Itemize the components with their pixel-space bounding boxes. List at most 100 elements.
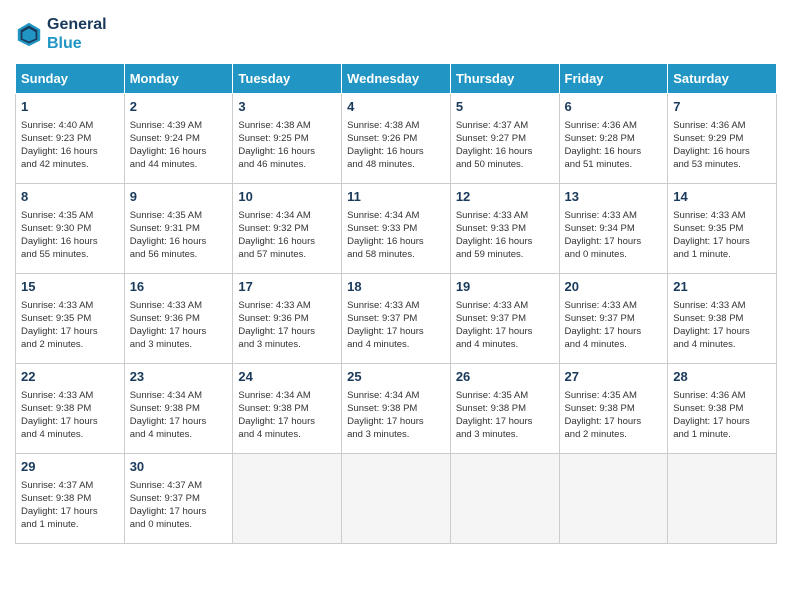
day-cell <box>450 454 559 544</box>
day-number: 9 <box>130 188 228 206</box>
day-cell: 10 Sunrise: 4:34 AM Sunset: 9:32 PM Dayli… <box>233 184 342 274</box>
day-cell: 18 Sunrise: 4:33 AM Sunset: 9:37 PM Dayli… <box>342 274 451 364</box>
day-cell: 22 Sunrise: 4:33 AM Sunset: 9:38 PM Dayli… <box>16 364 125 454</box>
day-info: Sunrise: 4:33 AM Sunset: 9:37 PM Dayligh… <box>565 299 663 352</box>
day-info: Sunrise: 4:33 AM Sunset: 9:36 PM Dayligh… <box>130 299 228 352</box>
day-number: 25 <box>347 368 445 386</box>
day-number: 27 <box>565 368 663 386</box>
day-number: 6 <box>565 98 663 116</box>
day-cell <box>668 454 777 544</box>
calendar-table: SundayMondayTuesdayWednesdayThursdayFrid… <box>15 63 777 544</box>
day-info: Sunrise: 4:33 AM Sunset: 9:35 PM Dayligh… <box>21 299 119 352</box>
header-tuesday: Tuesday <box>233 64 342 94</box>
day-info: Sunrise: 4:34 AM Sunset: 9:38 PM Dayligh… <box>238 389 336 442</box>
day-info: Sunrise: 4:34 AM Sunset: 9:38 PM Dayligh… <box>130 389 228 442</box>
day-cell: 2 Sunrise: 4:39 AM Sunset: 9:24 PM Daylig… <box>124 94 233 184</box>
day-cell: 20 Sunrise: 4:33 AM Sunset: 9:37 PM Dayli… <box>559 274 668 364</box>
day-info: Sunrise: 4:40 AM Sunset: 9:23 PM Dayligh… <box>21 119 119 172</box>
day-info: Sunrise: 4:33 AM Sunset: 9:34 PM Dayligh… <box>565 209 663 262</box>
day-cell: 23 Sunrise: 4:34 AM Sunset: 9:38 PM Dayli… <box>124 364 233 454</box>
day-cell: 26 Sunrise: 4:35 AM Sunset: 9:38 PM Dayli… <box>450 364 559 454</box>
day-number: 21 <box>673 278 771 296</box>
day-number: 2 <box>130 98 228 116</box>
day-cell: 16Sunrise: 4:33 AM Sunset: 9:36 PM Dayli… <box>124 274 233 364</box>
day-cell: 14Sunrise: 4:33 AM Sunset: 9:35 PM Dayli… <box>668 184 777 274</box>
day-number: 4 <box>347 98 445 116</box>
day-info: Sunrise: 4:33 AM Sunset: 9:38 PM Dayligh… <box>21 389 119 442</box>
day-number: 20 <box>565 278 663 296</box>
day-number: 10 <box>238 188 336 206</box>
day-cell: 3 Sunrise: 4:38 AM Sunset: 9:25 PM Daylig… <box>233 94 342 184</box>
day-number: 24 <box>238 368 336 386</box>
day-cell: 5 Sunrise: 4:37 AM Sunset: 9:27 PM Daylig… <box>450 94 559 184</box>
day-cell: 17 Sunrise: 4:33 AM Sunset: 9:36 PM Dayli… <box>233 274 342 364</box>
day-info: Sunrise: 4:35 AM Sunset: 9:31 PM Dayligh… <box>130 209 228 262</box>
week-row-3: 15 Sunrise: 4:33 AM Sunset: 9:35 PM Dayli… <box>16 274 777 364</box>
day-cell: 6 Sunrise: 4:36 AM Sunset: 9:28 PM Daylig… <box>559 94 668 184</box>
day-info: Sunrise: 4:36 AM Sunset: 9:38 PM Dayligh… <box>673 389 771 442</box>
day-number: 18 <box>347 278 445 296</box>
day-number: 12 <box>456 188 554 206</box>
day-info: Sunrise: 4:37 AM Sunset: 9:27 PM Dayligh… <box>456 119 554 172</box>
page-header: General Blue <box>15 15 777 53</box>
day-cell: 13 Sunrise: 4:33 AM Sunset: 9:34 PM Dayli… <box>559 184 668 274</box>
day-info: Sunrise: 4:37 AM Sunset: 9:37 PM Dayligh… <box>130 479 228 532</box>
logo-line2: Blue <box>47 34 107 53</box>
week-row-5: 29Sunrise: 4:37 AM Sunset: 9:38 PM Dayli… <box>16 454 777 544</box>
logo-line1: General <box>47 15 107 34</box>
day-number: 17 <box>238 278 336 296</box>
day-info: Sunrise: 4:37 AM Sunset: 9:38 PM Dayligh… <box>21 479 119 532</box>
day-info: Sunrise: 4:35 AM Sunset: 9:30 PM Dayligh… <box>21 209 119 262</box>
day-number: 23 <box>130 368 228 386</box>
day-cell: 28 Sunrise: 4:36 AM Sunset: 9:38 PM Dayli… <box>668 364 777 454</box>
day-number: 8 <box>21 188 119 206</box>
day-number: 3 <box>238 98 336 116</box>
day-info: Sunrise: 4:33 AM Sunset: 9:38 PM Dayligh… <box>673 299 771 352</box>
header-saturday: Saturday <box>668 64 777 94</box>
day-cell: 19 Sunrise: 4:33 AM Sunset: 9:37 PM Dayli… <box>450 274 559 364</box>
day-number: 19 <box>456 278 554 296</box>
week-row-4: 22 Sunrise: 4:33 AM Sunset: 9:38 PM Dayli… <box>16 364 777 454</box>
day-info: Sunrise: 4:38 AM Sunset: 9:25 PM Dayligh… <box>238 119 336 172</box>
day-cell: 11 Sunrise: 4:34 AM Sunset: 9:33 PM Dayli… <box>342 184 451 274</box>
day-number: 22 <box>21 368 119 386</box>
day-info: Sunrise: 4:33 AM Sunset: 9:37 PM Dayligh… <box>347 299 445 352</box>
day-number: 28 <box>673 368 771 386</box>
day-info: Sunrise: 4:34 AM Sunset: 9:32 PM Dayligh… <box>238 209 336 262</box>
day-number: 5 <box>456 98 554 116</box>
day-cell: 4 Sunrise: 4:38 AM Sunset: 9:26 PM Daylig… <box>342 94 451 184</box>
day-cell: 15 Sunrise: 4:33 AM Sunset: 9:35 PM Dayli… <box>16 274 125 364</box>
day-info: Sunrise: 4:36 AM Sunset: 9:29 PM Dayligh… <box>673 119 771 172</box>
day-info: Sunrise: 4:33 AM Sunset: 9:33 PM Dayligh… <box>456 209 554 262</box>
day-number: 1 <box>21 98 119 116</box>
day-number: 7 <box>673 98 771 116</box>
header-thursday: Thursday <box>450 64 559 94</box>
day-info: Sunrise: 4:35 AM Sunset: 9:38 PM Dayligh… <box>456 389 554 442</box>
logo: General Blue <box>15 15 107 53</box>
day-number: 30 <box>130 458 228 476</box>
day-info: Sunrise: 4:36 AM Sunset: 9:28 PM Dayligh… <box>565 119 663 172</box>
day-info: Sunrise: 4:33 AM Sunset: 9:36 PM Dayligh… <box>238 299 336 352</box>
day-cell: 24 Sunrise: 4:34 AM Sunset: 9:38 PM Dayli… <box>233 364 342 454</box>
day-cell <box>233 454 342 544</box>
header-wednesday: Wednesday <box>342 64 451 94</box>
day-info: Sunrise: 4:34 AM Sunset: 9:38 PM Dayligh… <box>347 389 445 442</box>
day-cell <box>342 454 451 544</box>
day-cell: 27Sunrise: 4:35 AM Sunset: 9:38 PM Dayli… <box>559 364 668 454</box>
day-info: Sunrise: 4:39 AM Sunset: 9:24 PM Dayligh… <box>130 119 228 172</box>
day-info: Sunrise: 4:33 AM Sunset: 9:37 PM Dayligh… <box>456 299 554 352</box>
calendar-header-row: SundayMondayTuesdayWednesdayThursdayFrid… <box>16 64 777 94</box>
day-number: 11 <box>347 188 445 206</box>
day-info: Sunrise: 4:34 AM Sunset: 9:33 PM Dayligh… <box>347 209 445 262</box>
day-cell: 8 Sunrise: 4:35 AM Sunset: 9:30 PM Daylig… <box>16 184 125 274</box>
day-number: 26 <box>456 368 554 386</box>
day-cell: 29Sunrise: 4:37 AM Sunset: 9:38 PM Dayli… <box>16 454 125 544</box>
day-cell: 12 Sunrise: 4:33 AM Sunset: 9:33 PM Dayli… <box>450 184 559 274</box>
day-cell: 30 Sunrise: 4:37 AM Sunset: 9:37 PM Dayli… <box>124 454 233 544</box>
day-number: 13 <box>565 188 663 206</box>
header-sunday: Sunday <box>16 64 125 94</box>
day-cell <box>559 454 668 544</box>
day-info: Sunrise: 4:38 AM Sunset: 9:26 PM Dayligh… <box>347 119 445 172</box>
day-number: 15 <box>21 278 119 296</box>
week-row-2: 8 Sunrise: 4:35 AM Sunset: 9:30 PM Daylig… <box>16 184 777 274</box>
